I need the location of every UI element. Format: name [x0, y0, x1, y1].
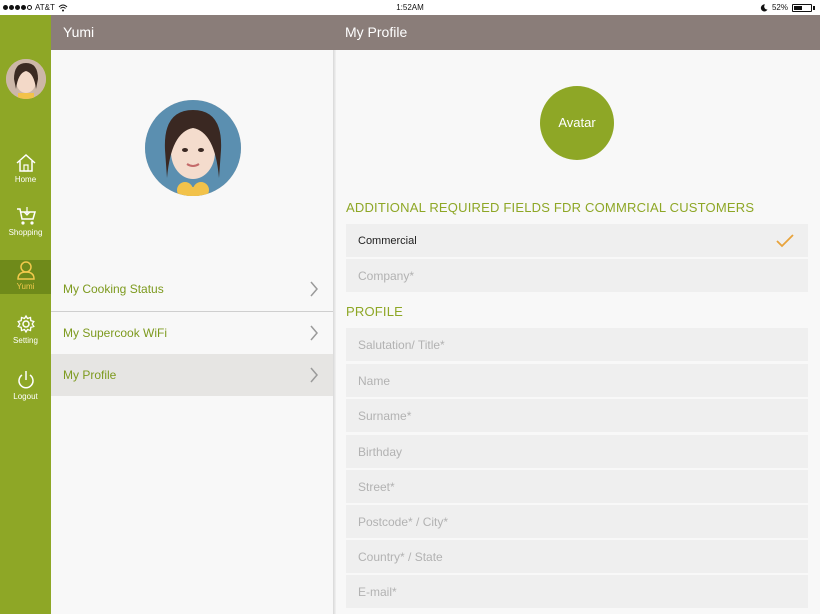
- surname-field[interactable]: Surname*: [346, 399, 808, 433]
- battery-icon: [792, 3, 812, 12]
- sidebar-item-shopping[interactable]: Shopping: [0, 206, 51, 240]
- profile-panel: My Profile Avatar ADDITIONAL REQUIRED FI…: [333, 15, 820, 614]
- avatar-button[interactable]: Avatar: [540, 86, 614, 160]
- battery-tip: [813, 5, 815, 10]
- sidebar-item-setting[interactable]: Setting: [0, 314, 51, 348]
- sidebar-item-label: Setting: [13, 336, 38, 345]
- profile-panel-title: My Profile: [333, 15, 820, 50]
- sidebar-item-yumi[interactable]: Yumi: [0, 260, 51, 294]
- sidebar-item-home[interactable]: Home: [0, 153, 51, 187]
- profile-photo-icon: [145, 100, 241, 196]
- avatar-photo-icon: [6, 59, 46, 99]
- sidebar-item-label: Logout: [13, 392, 38, 401]
- status-time: 1:52AM: [396, 3, 424, 12]
- street-field[interactable]: Street*: [346, 470, 808, 504]
- name-field[interactable]: Name: [346, 364, 808, 398]
- chevron-right-icon: [310, 281, 318, 297]
- side-nav: Home Shopping Yumi Setting Logout: [0, 15, 51, 614]
- sidebar-item-label: Shopping: [8, 228, 43, 237]
- account-panel: Yumi My Cooking Status My Supercook WiFi…: [51, 15, 333, 614]
- email-field[interactable]: E-mail*: [346, 575, 808, 609]
- power-icon: [17, 371, 34, 389]
- menu-cooking-status[interactable]: My Cooking Status: [51, 268, 333, 310]
- menu-label: My Supercook WiFi: [63, 326, 168, 340]
- company-field[interactable]: Company*: [346, 259, 808, 293]
- checkmark-icon: [776, 234, 794, 248]
- postcode-city-field[interactable]: Postcode* / City*: [346, 505, 808, 539]
- sidebar-item-logout[interactable]: Logout: [0, 370, 51, 404]
- home-icon: [16, 153, 35, 172]
- menu-my-profile[interactable]: My Profile: [51, 354, 333, 396]
- commercial-option[interactable]: Commercial: [346, 224, 808, 258]
- country-state-field[interactable]: Country* / State: [346, 540, 808, 574]
- status-bar: AT&T 1:52AM 52%: [0, 0, 820, 15]
- status-right: 52%: [760, 3, 815, 12]
- panel-divider-shadow: [333, 50, 336, 614]
- menu-supercook-wifi[interactable]: My Supercook WiFi: [51, 312, 333, 354]
- salutation-field[interactable]: Salutation/ Title*: [346, 328, 808, 362]
- battery-percent: 52%: [771, 3, 788, 12]
- sidebar-item-label: Home: [14, 175, 37, 184]
- sidebar-item-label: Yumi: [16, 282, 35, 291]
- moon-icon: [760, 3, 768, 11]
- section-title-commercial: ADDITIONAL REQUIRED FIELDS FDR COMMRCIAL…: [346, 200, 755, 215]
- cart-icon: [16, 207, 36, 225]
- account-panel-title: Yumi: [51, 15, 333, 50]
- chevron-right-icon: [310, 325, 318, 341]
- profile-photo[interactable]: [145, 100, 241, 196]
- commercial-label: Commercial: [358, 235, 417, 247]
- menu-label: My Profile: [63, 368, 117, 382]
- section-title-profile: PROFILE: [346, 304, 404, 319]
- gear-icon: [16, 314, 35, 334]
- avatar[interactable]: [6, 59, 46, 99]
- chevron-right-icon: [310, 367, 318, 383]
- birthday-field[interactable]: Birthday: [346, 435, 808, 469]
- menu-label: My Cooking Status: [63, 282, 164, 296]
- user-icon: [16, 261, 35, 280]
